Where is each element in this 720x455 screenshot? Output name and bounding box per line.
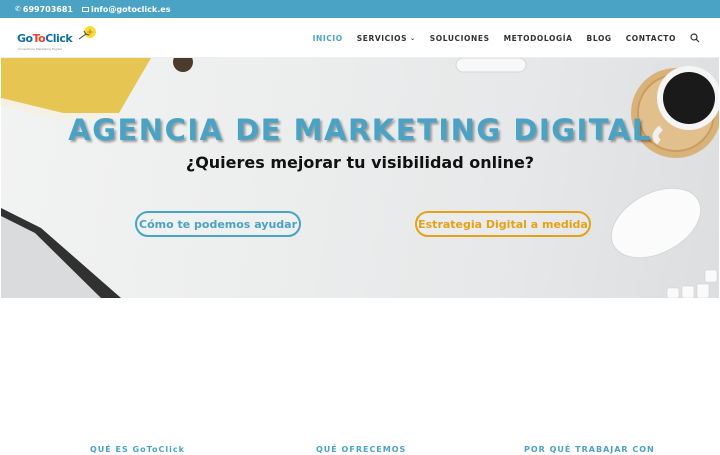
top-bar: ✆ 699703681 info@gotoclick.es [0,0,720,18]
logo-wordmark: GoToClick [17,32,73,45]
nav-label: INICIO [312,33,343,43]
nav-label: SOLUCIONES [429,33,490,43]
email-contact[interactable]: info@gotoclick.es [81,5,170,14]
phone-number[interactable]: 699703681 [23,5,73,14]
email-address[interactable]: info@gotoclick.es [91,5,170,14]
nav-label: BLOG [586,33,612,43]
nav-item-soluciones[interactable]: SOLUCIONES [430,34,490,43]
logo-tagline: Consultoría Marketing Digital [18,47,62,51]
desk-photo-background [1,58,719,298]
phone-icon: ✆ [15,5,21,13]
how-we-help-button[interactable]: Cómo te podemos ayudar [135,211,301,237]
hero-title: AGENCIA DE MARKETING DIGITAL [68,113,652,148]
hero-subtitle: ¿Quieres mejorar tu visibilidad online? [185,153,535,172]
features-headings: QUÉ ES GoToClick QUÉ OFRECEMOS POR QUÉ T… [0,445,720,455]
site-header: GoToClick Consultoría Marketing Digital … [0,18,720,58]
nav-label: SERVICIOS [356,33,408,43]
nav-item-metodologia[interactable]: METODOLOGÍA [504,34,573,43]
nav-label: CONTACTO [625,33,676,43]
nav-item-inicio[interactable]: INICIO [313,34,343,43]
logo-click: Click [45,32,73,45]
hero-banner: AGENCIA DE MARKETING DIGITAL ¿Quieres me… [1,58,719,298]
nav-label: METODOLOGÍA [503,33,573,43]
main-nav: INICIO SERVICIOS ⌄ SOLUCIONES METODOLOGÍ… [299,18,700,58]
logo-go: Go [17,32,33,45]
search-icon[interactable] [690,33,700,43]
nav-item-contacto[interactable]: CONTACTO [626,34,676,43]
chevron-down-icon: ⌄ [410,34,416,42]
nav-item-servicios[interactable]: SERVICIOS ⌄ [357,34,416,43]
digital-strategy-button[interactable]: Estrategia Digital a medida [415,211,591,237]
site-logo[interactable]: GoToClick Consultoría Marketing Digital [17,25,97,53]
envelope-icon [81,6,89,12]
logo-to: To [32,32,46,45]
phone-contact[interactable]: ✆ 699703681 [15,5,73,14]
cursor-star-icon [78,26,96,40]
nav-item-blog[interactable]: BLOG [587,34,612,43]
